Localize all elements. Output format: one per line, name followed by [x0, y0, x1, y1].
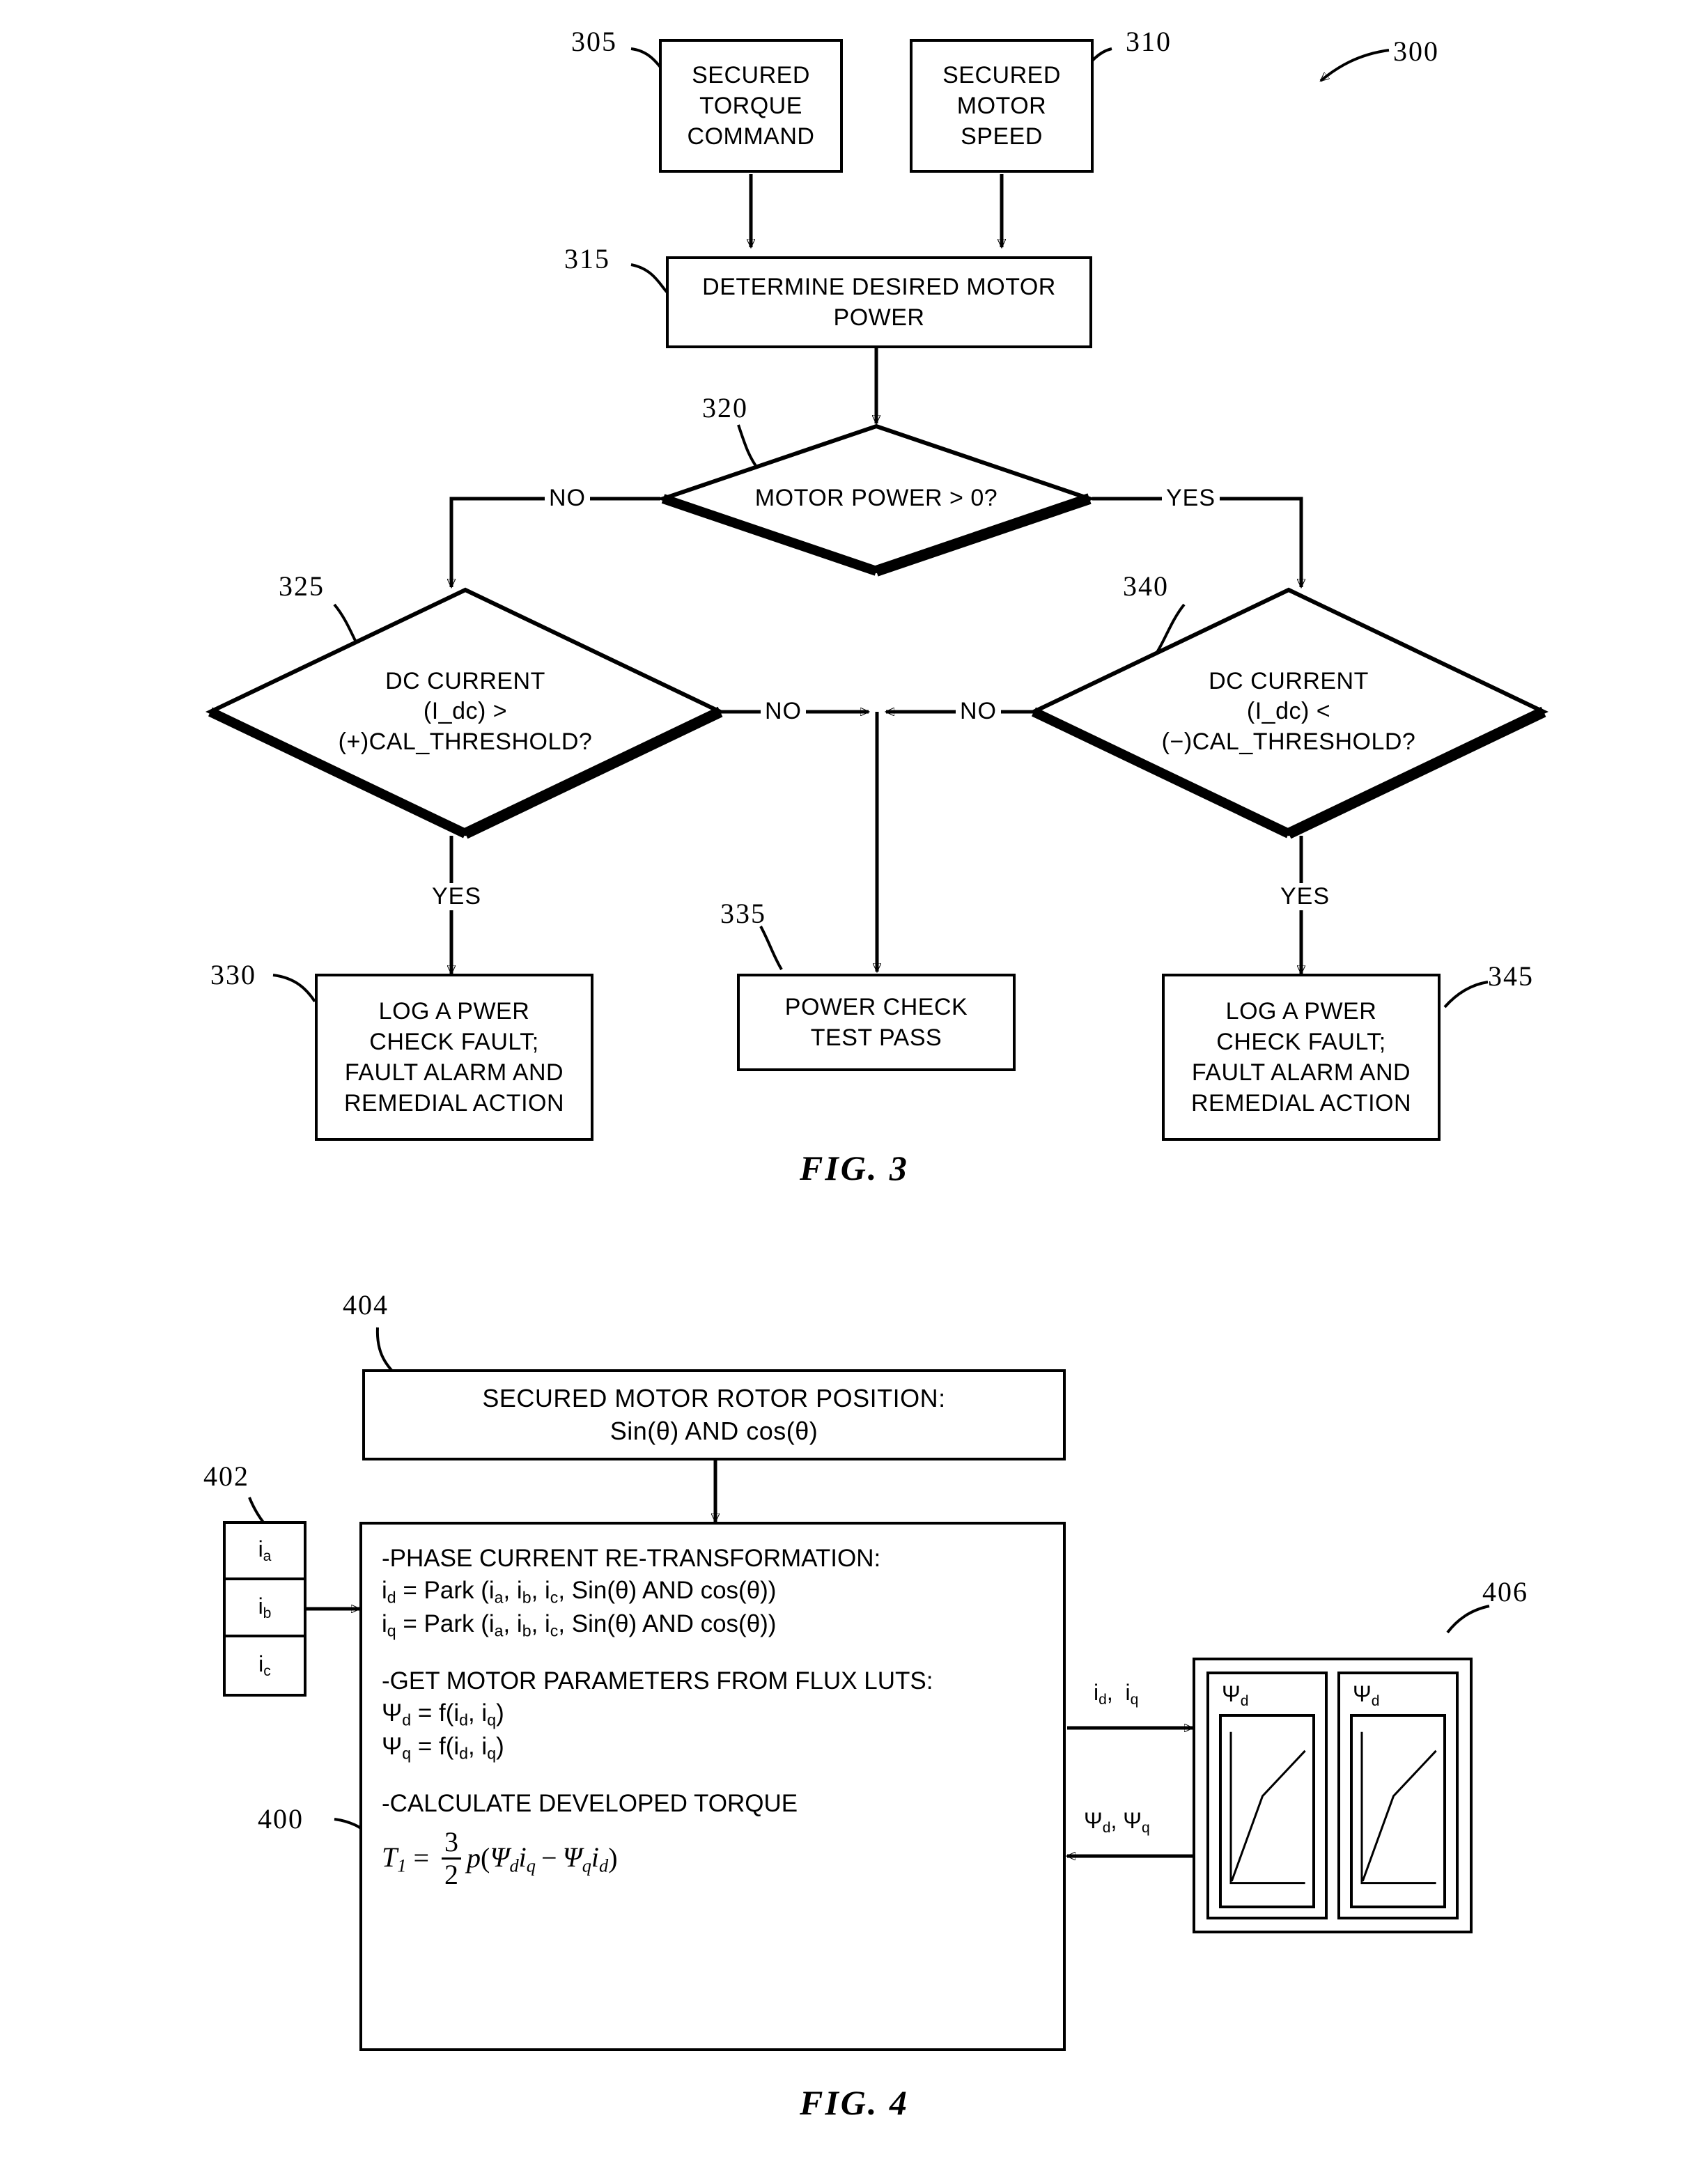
ref-320: 320: [702, 392, 748, 423]
motor-power-decision-diamond: MOTOR POWER > 0?: [656, 423, 1096, 577]
ref-310: 310: [1126, 26, 1172, 57]
equation-minus-sign: −: [541, 1842, 557, 1874]
equals-sign: =: [413, 1842, 430, 1874]
flux-psiq-equation: Ψq = f(id, iq): [382, 1733, 504, 1763]
phase-current-id-equation: id = Park (ia, ib, ic, Sin(θ) AND cos(θ)…: [382, 1577, 777, 1607]
log-pwer-check-fault-left-box: LOG A PWER CHECK FAULT; FAULT ALARM AND …: [315, 974, 599, 1146]
flux-lut-group: Ψd Ψd: [1193, 1658, 1478, 1939]
phase-current-stack: ia ib ic: [223, 1521, 311, 1701]
flux-lut-plot-d2: [1350, 1713, 1446, 1908]
secured-motor-rotor-position-box: SECURED MOTOR ROTOR POSITION: Sin(θ) AND…: [362, 1369, 1071, 1466]
pole-pairs-symbol: p: [467, 1842, 481, 1874]
fig3-caption: FIG. 3: [800, 1148, 909, 1187]
flux-lut-card-d1: Ψd: [1206, 1672, 1328, 1919]
ref-300: 300: [1393, 36, 1439, 67]
flux-lut-card-d2: Ψd: [1337, 1672, 1459, 1919]
get-motor-parameters-heading: -GET MOTOR PARAMETERS FROM FLUX LUTS:: [382, 1667, 933, 1695]
ref-404: 404: [343, 1289, 389, 1320]
phase-current-cell-ia: ia: [226, 1524, 304, 1581]
log-pwer-check-fault-left-label: LOG A PWER CHECK FAULT; FAULT ALARM AND …: [343, 997, 565, 1117]
ref-400: 400: [258, 1803, 304, 1834]
edge-label-psid-psiq: Ψd, Ψq: [1084, 1808, 1150, 1836]
edge-label-left-branch-yes: YES: [428, 883, 486, 910]
phase-current-retransformation-heading: -PHASE CURRENT RE-TRANSFORMATION:: [382, 1545, 881, 1572]
phase-current-cell-ib: ib: [226, 1580, 304, 1637]
flux-lut-label-d2: Ψd: [1353, 1681, 1380, 1709]
secured-torque-command-box: SECURED TORQUE COMMAND: [659, 39, 848, 178]
fig4-caption: FIG. 4: [800, 2083, 909, 2122]
phase-current-label-ib: ib: [258, 1593, 272, 1621]
developed-torque-equation: T1 = 3 2 p ( Ψdiq − Ψqid ): [382, 1828, 1063, 1889]
edge-label-motor-power-no: NO: [545, 485, 590, 512]
phase-current-label-ic: ic: [258, 1651, 271, 1679]
phase-current-label-ia: ia: [258, 1536, 272, 1565]
ref-335: 335: [720, 898, 766, 929]
flux-lut-plot-d1: [1219, 1713, 1315, 1908]
edge-label-id-iq: id, iq: [1094, 1680, 1139, 1708]
phase-current-iq-equation: iq = Park (ia, ib, ic, Sin(θ) AND cos(θ)…: [382, 1610, 777, 1640]
edge-label-right-branch-yes: YES: [1276, 883, 1335, 910]
dc-current-positive-decision-diamond: DC CURRENT (I_dc) > (+)CAL_THRESHOLD?: [205, 587, 725, 839]
psi-q-times-i-d: Ψqid: [562, 1841, 609, 1876]
three-halves-fraction: 3 2: [442, 1826, 462, 1891]
ref-325: 325: [279, 570, 325, 602]
determine-desired-motor-power-box: DETERMINE DESIRED MOTOR POWER: [666, 256, 1098, 354]
equation-close-paren: ): [608, 1842, 618, 1874]
power-check-test-pass-box: POWER CHECK TEST PASS: [737, 974, 1021, 1077]
secured-motor-speed-box: SECURED MOTOR SPEED: [910, 39, 1099, 178]
equation-open-paren: (: [481, 1842, 490, 1874]
rotor-position-line2: Sin(θ) AND cos(θ): [610, 1416, 818, 1445]
secured-torque-command-label: SECURED TORQUE COMMAND: [687, 61, 815, 150]
fraction-denominator: 2: [444, 1859, 459, 1891]
edge-label-left-branch-no: NO: [761, 698, 806, 725]
ref-315: 315: [564, 243, 610, 274]
flux-lut-label-d1: Ψd: [1222, 1681, 1249, 1709]
calculate-developed-torque-heading: -CALCULATE DEVELOPED TORQUE: [382, 1790, 798, 1818]
fraction-numerator: 3: [444, 1826, 459, 1858]
psi-d-times-i-q: Ψdiq: [490, 1841, 536, 1876]
determine-desired-motor-power-label: DETERMINE DESIRED MOTOR POWER: [702, 273, 1056, 331]
secured-motor-speed-label: SECURED MOTOR SPEED: [942, 61, 1061, 150]
ref-345: 345: [1488, 960, 1534, 992]
phase-current-cell-ic: ic: [226, 1637, 304, 1694]
ref-330: 330: [210, 959, 256, 990]
patent-figure-page: SECURED TORQUE COMMAND 305 SECURED MOTOR…: [0, 0, 1708, 2166]
edge-label-right-branch-no: NO: [956, 698, 1001, 725]
ref-406: 406: [1482, 1576, 1528, 1607]
motor-torque-calculation-block: -PHASE CURRENT RE-TRANSFORMATION: id = P…: [359, 1522, 1071, 2057]
ref-402: 402: [203, 1460, 249, 1492]
ref-340: 340: [1123, 570, 1169, 602]
flux-psid-equation: Ψd = f(id, iq): [382, 1699, 504, 1729]
log-pwer-check-fault-right-box: LOG A PWER CHECK FAULT; FAULT ALARM AND …: [1162, 974, 1446, 1146]
torque-symbol: T1: [382, 1841, 407, 1876]
rotor-position-line1: SECURED MOTOR ROTOR POSITION:: [482, 1383, 946, 1412]
dc-current-negative-decision-diamond: DC CURRENT (I_dc) < (−)CAL_THRESHOLD?: [1029, 587, 1548, 839]
log-pwer-check-fault-right-label: LOG A PWER CHECK FAULT; FAULT ALARM AND …: [1190, 997, 1412, 1117]
edge-label-motor-power-yes: YES: [1162, 485, 1220, 512]
power-check-test-pass-label: POWER CHECK TEST PASS: [784, 993, 968, 1051]
ref-305: 305: [571, 26, 617, 57]
